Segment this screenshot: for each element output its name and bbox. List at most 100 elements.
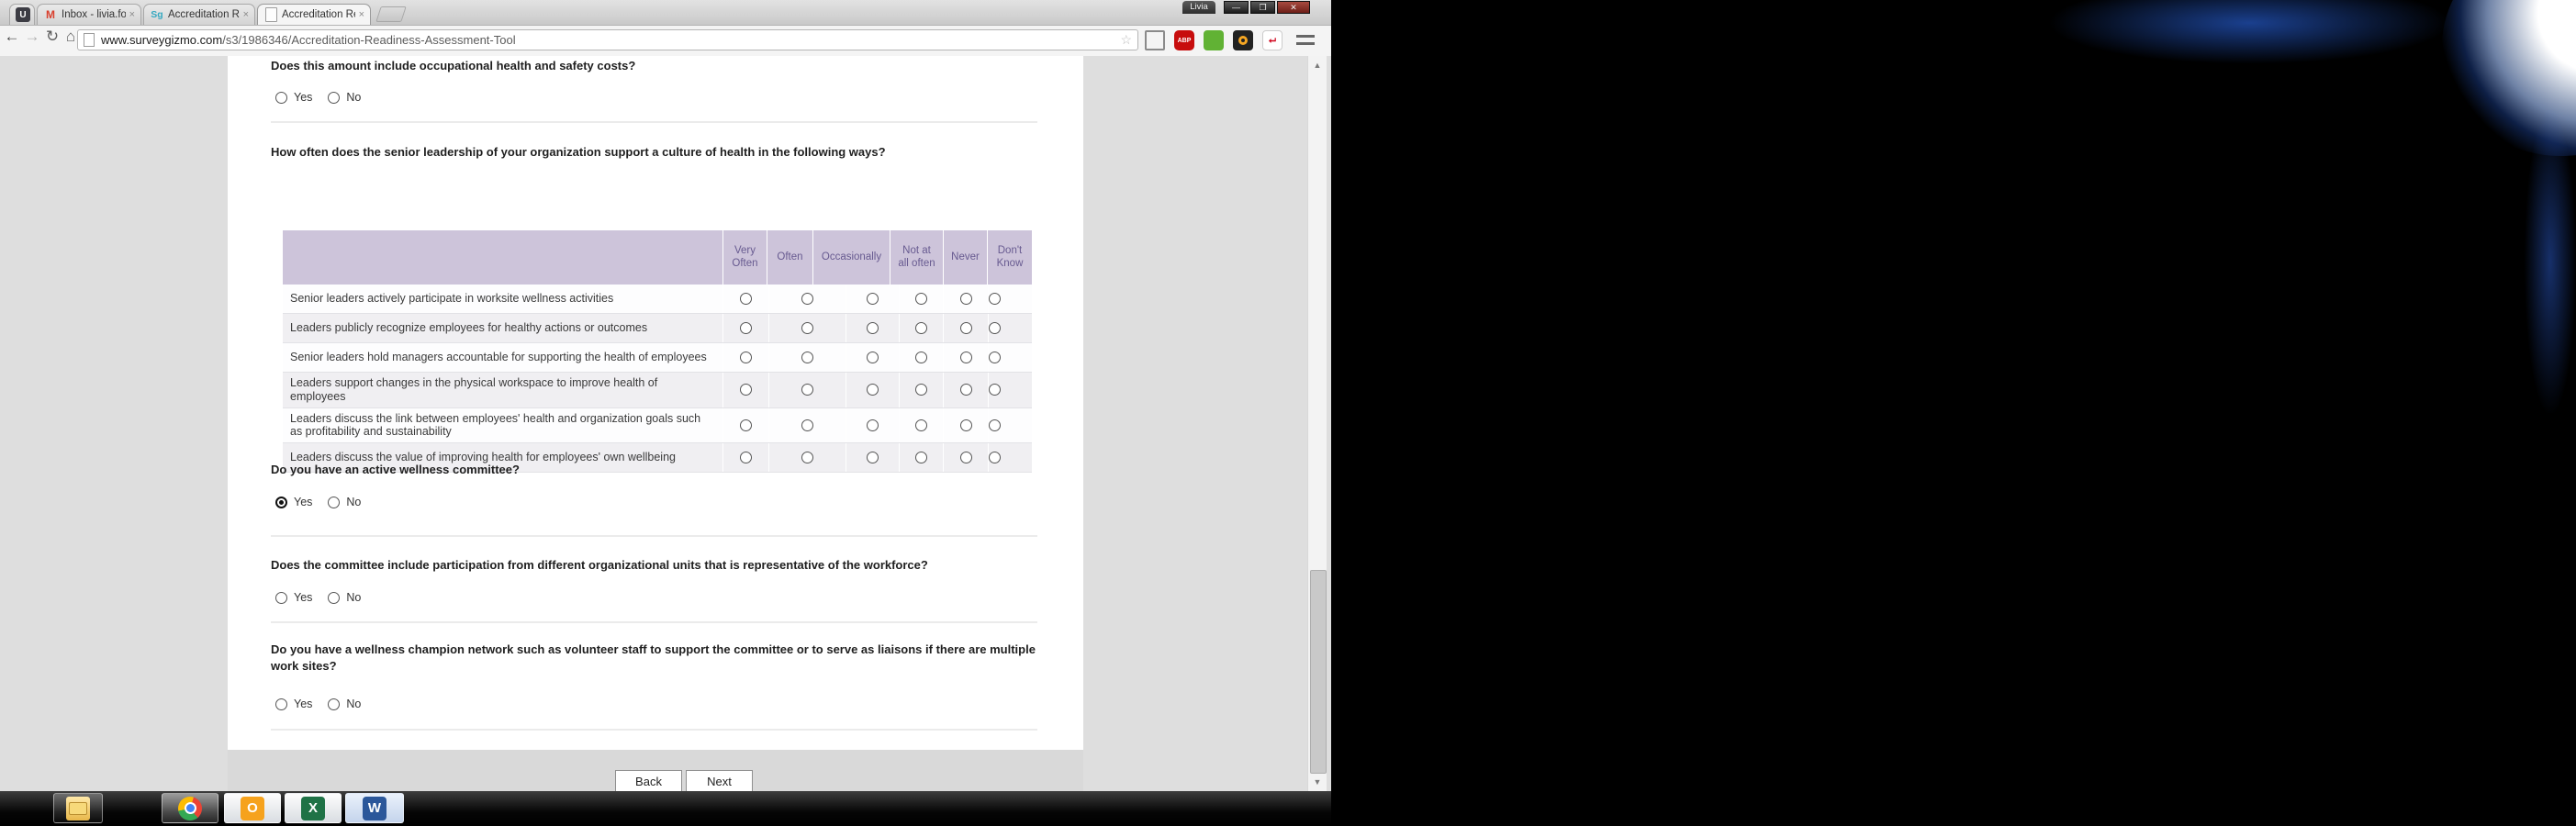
matrix-radio-cell[interactable] [943, 443, 988, 472]
evernote-icon[interactable] [1204, 30, 1224, 50]
tab-surveygizmo[interactable]: Sg Accreditation Readiness A × [143, 4, 255, 25]
matrix-radio-cell[interactable] [899, 343, 943, 372]
matrix-radio-cell[interactable] [899, 407, 943, 442]
survey-page: Does this amount include occupational he… [0, 56, 1331, 791]
radio-yes[interactable] [275, 91, 287, 104]
tab-active-survey[interactable]: Accreditation Readiness A × [257, 4, 371, 25]
matrix-radio-cell[interactable] [943, 373, 988, 407]
word-icon: W [363, 796, 386, 820]
next-button[interactable]: Next [686, 770, 753, 791]
profile-badge[interactable]: Livia [1182, 1, 1215, 14]
radio-no[interactable] [328, 91, 341, 104]
ghostery-icon[interactable] [1233, 30, 1253, 50]
matrix-radio-cell[interactable] [768, 443, 846, 472]
back-button[interactable]: Back [615, 770, 682, 791]
matrix-radio-cell[interactable] [846, 285, 899, 313]
matrix-radio-cell[interactable] [846, 314, 899, 342]
close-button[interactable]: ✕ [1277, 1, 1310, 14]
question-committee-participation: Does the committee include participation… [271, 558, 928, 572]
taskbar-outlook[interactable]: O [224, 793, 281, 823]
matrix-radio-cell[interactable] [988, 285, 1001, 313]
tab-gmail[interactable]: M Inbox - livia.fortunato@gr × [37, 4, 141, 25]
matrix-radio-cell[interactable] [846, 373, 899, 407]
forward-icon[interactable]: → [22, 28, 42, 46]
matrix-radio-cell[interactable] [943, 285, 988, 313]
taskbar-chrome[interactable] [162, 793, 218, 823]
table-row: Senior leaders actively participate in w… [283, 285, 1032, 314]
tab-close-icon[interactable]: × [129, 9, 135, 20]
matrix-radio-cell[interactable] [899, 373, 943, 407]
tab-label: Accreditation Readiness A [282, 9, 355, 20]
radio-yes[interactable] [275, 591, 287, 604]
matrix-radio-cell[interactable] [988, 343, 1001, 372]
matrix-header-cell: Occasionally [812, 230, 890, 285]
matrix-radio-cell[interactable] [722, 443, 768, 472]
minimize-button[interactable]: — [1224, 1, 1249, 14]
matrix-radio-cell[interactable] [988, 314, 1001, 342]
matrix-radio-cell[interactable] [768, 343, 846, 372]
matrix-header-cell: Very Often [722, 230, 767, 285]
scroll-up-icon[interactable]: ▲ [1311, 61, 1324, 70]
excel-icon: X [301, 796, 325, 820]
radio-yes[interactable] [275, 698, 287, 710]
taskbar-word-active[interactable]: W [345, 793, 404, 823]
radio-no[interactable] [328, 496, 341, 508]
chrome-icon [178, 796, 202, 820]
matrix-radio-cell[interactable] [768, 314, 846, 342]
radio-no[interactable] [328, 591, 341, 604]
radio-group-q1: Yes No [275, 89, 361, 106]
url-bar[interactable]: www.surveygizmo.com /s3/1986346/Accredit… [77, 29, 1138, 50]
matrix-radio-cell[interactable] [988, 443, 1001, 472]
tab-close-icon[interactable]: × [359, 9, 364, 20]
matrix-radio-cell[interactable] [722, 343, 768, 372]
matrix-radio-cell[interactable] [899, 314, 943, 342]
restore-button[interactable]: ❐ [1250, 1, 1275, 14]
matrix-radio-cell[interactable] [722, 407, 768, 442]
matrix-radio-cell[interactable] [846, 343, 899, 372]
cast-icon[interactable] [1145, 30, 1165, 50]
adblock-plus-icon[interactable]: ABP [1174, 30, 1194, 50]
no-label: No [346, 698, 362, 710]
taskbar-excel[interactable]: X [285, 793, 342, 823]
back-icon[interactable]: ← [2, 28, 22, 46]
matrix-radio-cell[interactable] [899, 443, 943, 472]
wallpaper-swirl [2525, 110, 2576, 413]
question-ohs-costs: Does this amount include occupational he… [271, 59, 636, 73]
matrix-radio-cell[interactable] [943, 407, 988, 442]
gmail-icon: M [46, 8, 55, 21]
refresh-icon[interactable]: ↻ [42, 28, 62, 46]
matrix-radio-cell[interactable] [768, 407, 846, 442]
matrix-radio-cell[interactable] [722, 314, 768, 342]
taskbar-explorer[interactable] [53, 793, 103, 823]
matrix-body: Senior leaders actively participate in w… [283, 285, 1032, 473]
wallpaper-swirl [2442, 0, 2576, 156]
browser-toolbar: ← → ↻ ⌂ www.surveygizmo.com /s3/1986346/… [0, 26, 1331, 57]
matrix-radio-cell[interactable] [846, 407, 899, 442]
matrix-radio-cell[interactable] [943, 343, 988, 372]
question-leadership: How often does the senior leadership of … [271, 145, 886, 159]
radio-yes-selected[interactable] [275, 496, 287, 508]
matrix-radio-cell[interactable] [988, 373, 1001, 407]
matrix-radio-cell[interactable] [722, 285, 768, 313]
matrix-radio-cell[interactable] [988, 407, 1001, 442]
pdf-icon[interactable]: ⮠ [1262, 30, 1282, 50]
menu-icon[interactable] [1296, 35, 1315, 47]
new-tab-button[interactable] [375, 6, 407, 22]
matrix-radio-cell[interactable] [943, 314, 988, 342]
tab-close-icon[interactable]: × [243, 9, 249, 20]
no-label: No [346, 91, 362, 104]
scroll-down-icon[interactable]: ▼ [1311, 777, 1324, 787]
matrix-radio-cell[interactable] [846, 443, 899, 472]
matrix-radio-cell[interactable] [899, 285, 943, 313]
matrix-radio-cell[interactable] [722, 373, 768, 407]
tab-label: Inbox - livia.fortunato@gr [62, 9, 126, 20]
bookmark-star-icon[interactable]: ☆ [1120, 32, 1132, 48]
radio-group-q5: Yes No [275, 696, 361, 712]
radio-no[interactable] [328, 698, 341, 710]
pinned-tab[interactable]: U [9, 4, 35, 25]
matrix-radio-cell[interactable] [768, 373, 846, 407]
browser-scrollbar[interactable]: ▲ ▼ [1307, 56, 1327, 791]
scrollbar-thumb[interactable] [1310, 570, 1327, 774]
pinned-tab-icon: U [16, 7, 30, 22]
matrix-radio-cell[interactable] [768, 285, 846, 313]
